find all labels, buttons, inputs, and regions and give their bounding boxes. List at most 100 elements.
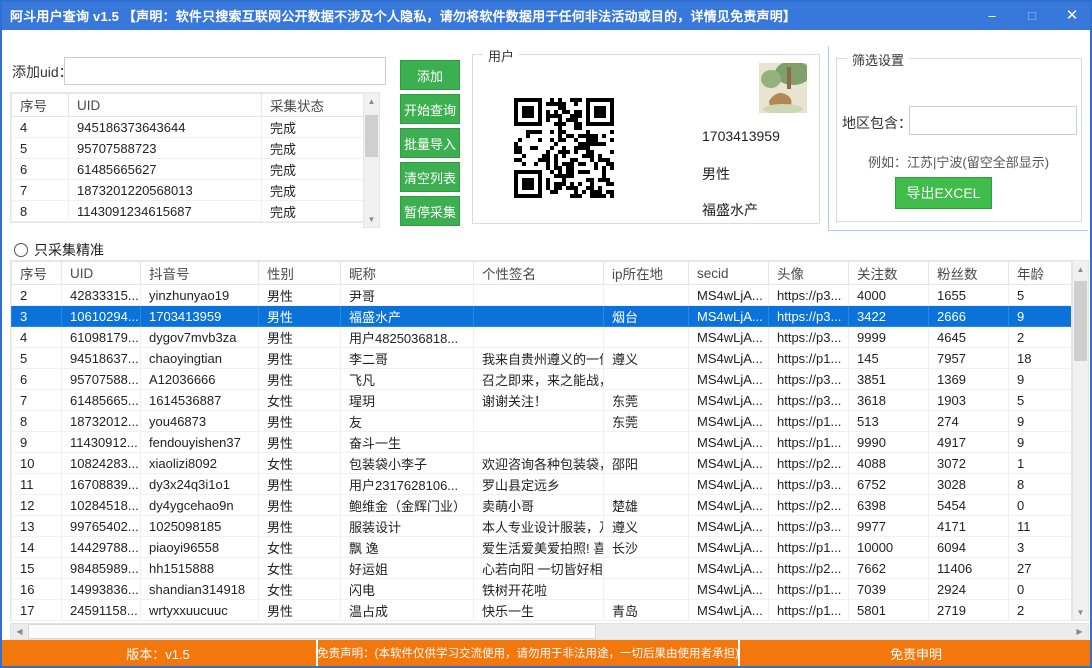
table-cell: 1903 [929, 390, 1009, 411]
table-cell [474, 327, 604, 348]
table-cell: 飞凡 [341, 369, 474, 390]
batch-import-button[interactable]: 批量导入 [400, 128, 460, 158]
column-header[interactable]: 年龄 [1009, 262, 1073, 285]
column-header[interactable]: 个性签名 [474, 262, 604, 285]
table-header-row[interactable]: 序号 UID 采集状态 [12, 94, 365, 117]
table-cell: 2 [12, 285, 62, 306]
table-row[interactable]: 1399765402...1025098185男性服装设计本人专业设计服装，及.… [12, 516, 1073, 537]
close-icon[interactable]: ✕ [1052, 0, 1092, 30]
table-row[interactable]: 71873201220568013完成 [12, 180, 365, 201]
table-row[interactable]: 595707588723完成 [12, 138, 365, 159]
start-query-button[interactable]: 开始查询 [400, 94, 460, 124]
maximize-icon[interactable]: □ [1012, 0, 1052, 30]
results-horizontal-scrollbar[interactable]: ◀ ▶ [10, 623, 1089, 640]
table-cell: 友 [341, 411, 474, 432]
user-nickname: 福盛水产 [702, 200, 758, 220]
scroll-left-icon[interactable]: ◀ [11, 624, 28, 639]
scroll-up-icon[interactable]: ▲ [364, 93, 379, 109]
table-row[interactable]: 911430912...fendouyishen37男性奋斗一生MS4wLjA.… [12, 432, 1073, 453]
table-row[interactable]: 81143091234615687完成 [12, 201, 365, 222]
scroll-down-icon[interactable]: ▼ [1073, 604, 1088, 620]
add-uid-input[interactable] [64, 57, 386, 85]
table-cell: MS4wLjA... [689, 516, 769, 537]
table-cell: 快乐一生 [474, 600, 604, 621]
table-cell: 包装袋小李子 [341, 453, 474, 474]
scroll-thumb[interactable] [365, 115, 378, 157]
table-cell: https://p2... [769, 495, 849, 516]
table-row[interactable]: 4945186373643644完成 [12, 117, 365, 138]
table-row[interactable]: 310610294...1703413959男性福盛水产烟台MS4wLjA...… [12, 306, 1073, 327]
table-row[interactable]: 1010824283...xiaolizi8092女性包装袋小李子欢迎咨询各种包… [12, 453, 1073, 474]
table-cell: 女性 [259, 537, 341, 558]
table-cell: 9 [12, 432, 62, 453]
scroll-thumb[interactable] [1074, 281, 1087, 361]
panel-divider [828, 46, 829, 230]
column-header[interactable]: 性别 [259, 262, 341, 285]
table-cell [474, 411, 604, 432]
table-row[interactable]: 1614993836...shandian314918女性闪电铁树开花啦MS4w… [12, 579, 1073, 600]
table-cell: https://p3... [769, 516, 849, 537]
queue-scrollbar[interactable]: ▲ ▼ [363, 92, 380, 228]
column-header[interactable]: secid [689, 262, 769, 285]
table-row[interactable]: 1210284518...dy4ygcehao9n男性鲍维金（金辉门业）卖萌小哥… [12, 495, 1073, 516]
table-header-row[interactable]: 序号UID抖音号性别昵称个性签名ip所在地secid头像关注数粉丝数年龄 [12, 262, 1073, 285]
table-cell: 94518637... [62, 348, 141, 369]
clear-list-button[interactable]: 清空列表 [400, 162, 460, 192]
precise-only-radio[interactable]: 只采集精准 [14, 240, 104, 260]
table-cell: 11430912... [62, 432, 141, 453]
scroll-thumb[interactable] [28, 624, 596, 639]
table-cell: wrtyxxuucuuc [141, 600, 259, 621]
column-header[interactable]: 头像 [769, 262, 849, 285]
table-cell: shandian314918 [141, 579, 259, 600]
minimize-icon[interactable]: – [972, 0, 1012, 30]
column-header[interactable]: 抖音号 [141, 262, 259, 285]
column-header[interactable]: 粉丝数 [929, 262, 1009, 285]
scroll-track[interactable] [596, 624, 1071, 639]
table-row[interactable]: 461098179...dygov7mvb3za男性用户4825036818..… [12, 327, 1073, 348]
table-row[interactable]: 761485665...1614536887女性瑆玥谢谢关注！东莞MS4wLjA… [12, 390, 1073, 411]
table-row[interactable]: 1414429788...piaoyi96558女性飘 逸爱生活爱美爱拍照! 喜… [12, 537, 1073, 558]
table-row[interactable]: 242833315...yinzhunyao19男性尹哥MS4wLjA...ht… [12, 285, 1073, 306]
column-header[interactable]: 序号 [12, 262, 62, 285]
column-header[interactable]: 昵称 [341, 262, 474, 285]
scroll-right-icon[interactable]: ▶ [1071, 624, 1088, 639]
table-cell: 男性 [259, 432, 341, 453]
table-cell: 0 [1009, 579, 1073, 600]
column-header[interactable]: UID [62, 262, 141, 285]
table-row[interactable]: 594518637...chaoyingtian男性李二哥我来自贵州遵义的一位.… [12, 348, 1073, 369]
region-filter-input[interactable] [909, 106, 1077, 135]
column-header[interactable]: ip所在地 [604, 262, 689, 285]
table-cell: 10824283... [62, 453, 141, 474]
results-vertical-scrollbar[interactable]: ▲ ▼ [1072, 260, 1089, 621]
window-controls: – □ ✕ [972, 0, 1092, 30]
table-row[interactable]: 661485665627完成 [12, 159, 365, 180]
table-cell: https://p3... [769, 285, 849, 306]
table-cell: 男性 [259, 495, 341, 516]
title-bar[interactable]: 阿斗用户查询 v1.5 【声明：软件只搜索互联网公开数据不涉及个人隐私，请勿将软… [0, 0, 1092, 30]
table-cell: 145 [849, 348, 929, 369]
export-excel-button[interactable]: 导出EXCEL [895, 177, 992, 209]
scroll-up-icon[interactable]: ▲ [1073, 261, 1088, 277]
column-header[interactable]: UID [69, 94, 262, 117]
table-row[interactable]: 1116708839...dy3x24q3i1o1男性用户2317628106.… [12, 474, 1073, 495]
column-header[interactable]: 序号 [12, 94, 69, 117]
pause-collect-button[interactable]: 暂停采集 [400, 196, 460, 226]
table-row[interactable]: 695707588...A12036666男性飞凡召之即来，来之能战，...MS… [12, 369, 1073, 390]
user-avatar [759, 63, 807, 113]
table-cell: MS4wLjA... [689, 579, 769, 600]
radio-unchecked-icon[interactable] [14, 243, 28, 257]
scroll-down-icon[interactable]: ▼ [364, 211, 379, 227]
table-cell: 1025098185 [141, 516, 259, 537]
table-cell: 3618 [849, 390, 929, 411]
table-row[interactable]: 1598485989...hh1515888女性好运姐心若向阳 一切皆好相逢..… [12, 558, 1073, 579]
table-row[interactable]: 818732012...you46873男性友东莞MS4wLjA...https… [12, 411, 1073, 432]
table-cell: https://p1... [769, 579, 849, 600]
table-cell: 遵义 [604, 348, 689, 369]
table-row[interactable]: 1724591158...wrtyxxuucuuc男性温占成快乐一生青岛MS4w… [12, 600, 1073, 621]
table-cell: 卖萌小哥 [474, 495, 604, 516]
add-button[interactable]: 添加 [400, 60, 460, 90]
column-header[interactable]: 关注数 [849, 262, 929, 285]
disclaimer-button[interactable]: 免责申明 [740, 640, 1092, 666]
column-header[interactable]: 采集状态 [262, 94, 365, 117]
table-cell: 完成 [262, 117, 365, 138]
